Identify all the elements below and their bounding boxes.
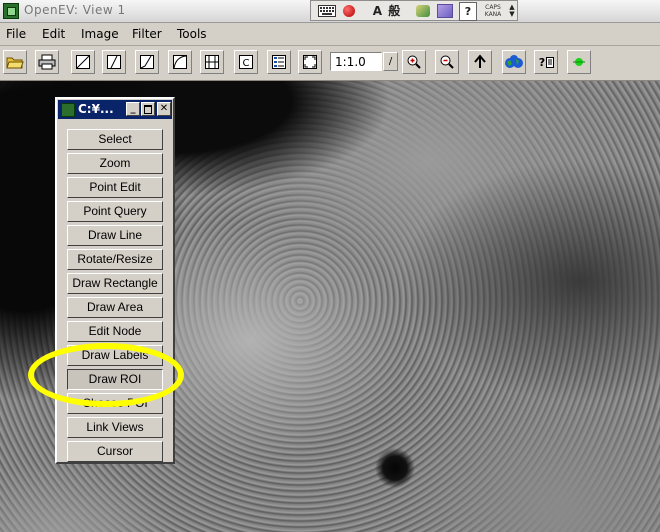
menu-bar: File Edit Image Filter Tools <box>0 23 660 46</box>
menu-file[interactable]: File <box>6 27 26 41</box>
legend-icon[interactable] <box>267 50 291 74</box>
tool-draw-rectangle-button[interactable]: Draw Rectangle <box>67 273 163 294</box>
menu-tools[interactable]: Tools <box>177 27 207 41</box>
ime-pad-icon[interactable] <box>435 2 455 19</box>
zoom-ratio-input[interactable]: 1:1.0 <box>330 52 382 71</box>
ime-toolbar: A 般 ? CAPS KANA ▲ ▼ <box>310 0 518 21</box>
caps-kana-indicator: CAPS KANA <box>479 2 507 19</box>
palette-title-bar[interactable]: C:¥... _ ✕ <box>58 100 172 119</box>
minimize-button[interactable]: _ <box>126 102 140 116</box>
open-folder-icon[interactable] <box>3 50 27 74</box>
globe-icon[interactable] <box>502 50 526 74</box>
tool-edit-node-button[interactable]: Edit Node <box>67 321 163 342</box>
ime-scroll-arrows-icon[interactable]: ▲ ▼ <box>507 2 517 19</box>
stretch-curve-icon[interactable] <box>168 50 192 74</box>
fit-view-icon[interactable] <box>298 50 322 74</box>
tool-point-edit-button[interactable]: Point Edit <box>67 177 163 198</box>
window-title: OpenEV: View 1 <box>24 3 126 17</box>
raster-ramp-icon[interactable] <box>71 50 95 74</box>
menu-filter[interactable]: Filter <box>132 27 162 41</box>
zoom-in-icon[interactable] <box>402 50 426 74</box>
green-dot-icon[interactable] <box>567 50 591 74</box>
app-icon <box>3 3 19 19</box>
maximize-button[interactable] <box>141 102 155 116</box>
tool-link-views-button[interactable]: Link Views <box>67 417 163 438</box>
ime-mode-label[interactable]: A 般 <box>367 2 407 19</box>
keyboard-icon[interactable] <box>317 2 337 19</box>
palette-title: C:¥... <box>78 102 114 116</box>
help-icon[interactable]: ? <box>534 50 558 74</box>
zoom-dropdown-button[interactable]: / <box>383 52 398 71</box>
menu-edit[interactable]: Edit <box>42 27 65 41</box>
tool-draw-line-button[interactable]: Draw Line <box>67 225 163 246</box>
input-mode-icon[interactable] <box>339 2 359 19</box>
equalize-icon[interactable] <box>200 50 224 74</box>
menu-image[interactable]: Image <box>81 27 119 41</box>
print-icon[interactable] <box>35 50 59 74</box>
title-bar: OpenEV: View 1 A 般 ? CAPS KANA ▲ ▼ <box>0 0 660 23</box>
linear-stretch-icon[interactable] <box>102 50 126 74</box>
ime-tool-icon[interactable] <box>413 2 433 19</box>
svg-text:?: ? <box>539 56 545 69</box>
tool-select-button[interactable]: Select <box>67 129 163 150</box>
tool-point-query-button[interactable]: Point Query <box>67 201 163 222</box>
classify-icon[interactable]: C <box>234 50 258 74</box>
tool-cursor-button[interactable]: Cursor <box>67 441 163 462</box>
tool-draw-area-button[interactable]: Draw Area <box>67 297 163 318</box>
highlight-ellipse-annotation <box>28 343 184 407</box>
svg-text:C: C <box>243 58 250 69</box>
zoom-out-icon[interactable] <box>435 50 459 74</box>
stretch-alt-icon[interactable] <box>135 50 159 74</box>
close-button[interactable]: ✕ <box>157 102 171 116</box>
kana-label: KANA <box>484 10 502 18</box>
ime-help-icon[interactable]: ? <box>459 2 477 21</box>
tool-palette-window: C:¥... _ ✕ Select Zoom Point Edit Point … <box>55 97 175 464</box>
toolbar: C 1:1.0 / ? <box>0 46 660 81</box>
caps-label: CAPS <box>485 3 501 11</box>
tool-zoom-button[interactable]: Zoom <box>67 153 163 174</box>
tool-rotate-resize-button[interactable]: Rotate/Resize <box>67 249 163 270</box>
up-arrow-icon[interactable] <box>468 50 492 74</box>
palette-app-icon <box>61 103 75 117</box>
